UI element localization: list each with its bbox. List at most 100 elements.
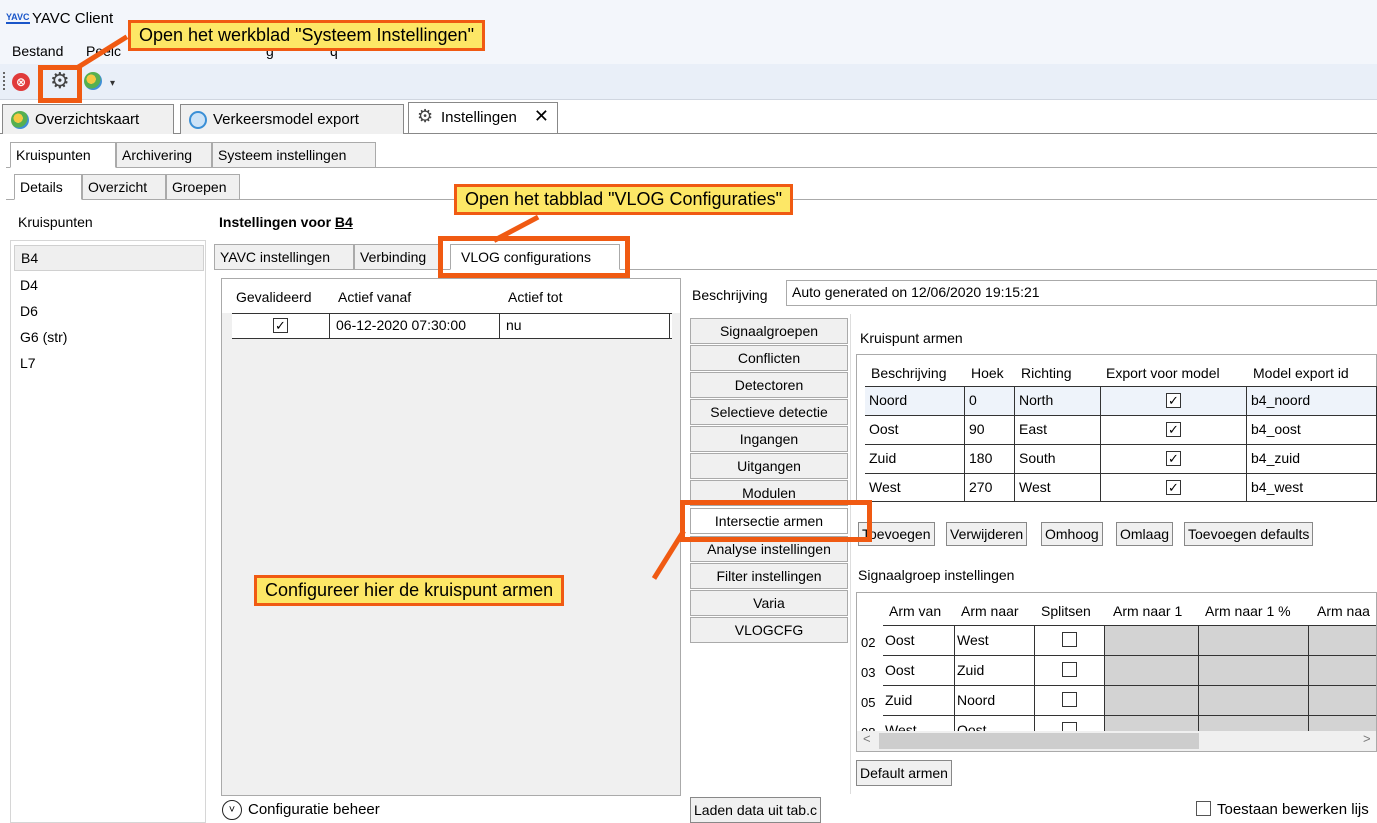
splitsen-cell[interactable] — [1035, 715, 1105, 731]
column-header[interactable]: Splitsen — [1041, 603, 1091, 619]
tab-details[interactable]: Details — [14, 174, 82, 200]
checkbox[interactable]: ✓ — [1166, 422, 1181, 437]
table-row[interactable]: 08 West Oost — [857, 715, 1376, 731]
arm-export-cell[interactable]: ✓ — [1101, 387, 1247, 415]
tab-instellingen[interactable]: ⚙ Instellingen ✕ — [408, 102, 558, 133]
checkbox[interactable] — [1062, 632, 1077, 647]
map-icon[interactable] — [84, 72, 102, 90]
arm-naar-1-cell[interactable] — [1105, 625, 1199, 655]
scroll-right-icon[interactable]: > — [1363, 731, 1371, 746]
nav-vlogcfg[interactable]: VLOGCFG — [690, 617, 848, 643]
table-row[interactable]: 02 Oost West — [857, 625, 1376, 655]
table-row[interactable]: Noord 0 North ✓ b4_noord — [865, 386, 1377, 415]
omlaag-button[interactable]: Omlaag — [1116, 522, 1174, 546]
nav-conflicten[interactable]: Conflicten — [690, 345, 848, 371]
column-header[interactable]: Beschrijving — [871, 365, 946, 381]
nav-detectoren[interactable]: Detectoren — [690, 372, 848, 398]
verwijderen-button[interactable]: Verwijderen — [946, 522, 1028, 546]
table-row[interactable]: 05 Zuid Noord — [857, 685, 1376, 715]
active-to-cell[interactable]: nu — [500, 314, 670, 338]
menu-bestand[interactable]: Bestand — [12, 43, 63, 59]
arm-richting-cell[interactable]: West — [1015, 474, 1101, 502]
table-row[interactable]: West 270 West ✓ b4_west — [865, 473, 1377, 502]
arm-naar-1-pct-cell[interactable] — [1199, 715, 1309, 731]
toestaan-bewerken-checkbox[interactable]: Toestaan bewerken lijs — [1196, 801, 1369, 818]
list-item[interactable]: D6 — [14, 299, 204, 325]
arm-name-cell[interactable]: West — [865, 474, 965, 502]
versions-grid[interactable]: Gevalideerd Actief vanaf Actief tot ✓ 06… — [221, 278, 681, 796]
arm-naar-2-cell[interactable] — [1309, 715, 1376, 731]
arm-id-cell[interactable]: b4_zuid — [1247, 445, 1377, 473]
tab-verbinding[interactable]: Verbinding — [354, 244, 440, 270]
toevoegen-defaults-button[interactable]: Toevoegen defaults — [1184, 522, 1314, 546]
arm-hoek-cell[interactable]: 90 — [965, 416, 1015, 444]
list-item[interactable]: G6 (str) — [14, 325, 204, 351]
splitsen-cell[interactable] — [1035, 685, 1105, 715]
table-row[interactable]: Oost 90 East ✓ b4_oost — [865, 415, 1377, 444]
tab-verkeersmodel-export[interactable]: Verkeersmodel export — [180, 104, 404, 134]
arm-van-cell[interactable]: West — [883, 715, 955, 731]
arm-richting-cell[interactable]: South — [1015, 445, 1101, 473]
arm-naar-2-cell[interactable] — [1309, 655, 1376, 685]
checkbox[interactable]: ✓ — [1166, 480, 1181, 495]
arm-hoek-cell[interactable]: 180 — [965, 445, 1015, 473]
list-item[interactable]: L7 — [14, 351, 204, 377]
kruispunt-armen-grid[interactable]: Beschrijving Hoek Richting Export voor m… — [856, 354, 1377, 502]
column-header[interactable]: Gevalideerd — [236, 289, 312, 305]
arm-export-cell[interactable]: ✓ — [1101, 474, 1247, 502]
column-header[interactable]: Actief tot — [508, 289, 562, 305]
arm-naar-cell[interactable]: Zuid — [955, 655, 1035, 685]
nav-filter-instellingen[interactable]: Filter instellingen — [690, 563, 848, 589]
arm-id-cell[interactable]: b4_noord — [1247, 387, 1377, 415]
tab-archivering[interactable]: Archivering — [116, 142, 212, 168]
active-from-cell[interactable]: 06-12-2020 07:30:00 — [330, 314, 500, 338]
kruispunten-list[interactable]: B4 D4 D6 G6 (str) L7 — [10, 240, 206, 823]
checkbox[interactable]: ✓ — [1166, 393, 1181, 408]
nav-ingangen[interactable]: Ingangen — [690, 426, 848, 452]
nav-selectieve-detectie[interactable]: Selectieve detectie — [690, 399, 848, 425]
arm-naar-1-pct-cell[interactable] — [1199, 625, 1309, 655]
arm-van-cell[interactable]: Oost — [883, 625, 955, 655]
column-header[interactable]: Hoek — [971, 365, 1004, 381]
tab-groepen[interactable]: Groepen — [166, 174, 240, 200]
beschrijving-input[interactable]: Auto generated on 12/06/2020 19:15:21 — [786, 280, 1377, 306]
arm-richting-cell[interactable]: East — [1015, 416, 1101, 444]
close-icon[interactable]: ✕ — [534, 106, 549, 127]
horizontal-scrollbar[interactable]: < > — [857, 731, 1376, 751]
configuratie-beheer-toggle[interactable]: ˅ Configuratie beheer — [222, 800, 380, 820]
column-header[interactable]: Richting — [1021, 365, 1072, 381]
scroll-left-icon[interactable]: < — [863, 731, 871, 746]
arm-naar-1-cell[interactable] — [1105, 655, 1199, 685]
arm-naar-cell[interactable]: Noord — [955, 685, 1035, 715]
arm-naar-cell[interactable]: West — [955, 625, 1035, 655]
column-header[interactable]: Arm naar — [961, 603, 1019, 619]
arm-naar-cell[interactable]: Oost — [955, 715, 1035, 731]
tab-systeem-instellingen[interactable]: Systeem instellingen — [212, 142, 376, 168]
default-armen-button[interactable]: Default armen — [856, 760, 952, 786]
arm-export-cell[interactable]: ✓ — [1101, 445, 1247, 473]
column-header[interactable]: Arm naar 1 — [1113, 603, 1182, 619]
arm-export-cell[interactable]: ✓ — [1101, 416, 1247, 444]
laden-data-button[interactable]: Laden data uit tab.c — [690, 797, 821, 823]
checkbox[interactable]: ✓ — [273, 318, 288, 333]
table-row[interactable]: 03 Oost Zuid — [857, 655, 1376, 685]
validated-cell[interactable]: ✓ — [232, 314, 330, 338]
arm-van-cell[interactable]: Zuid — [883, 685, 955, 715]
omhoog-button[interactable]: Omhoog — [1041, 522, 1103, 546]
nav-uitgangen[interactable]: Uitgangen — [690, 453, 848, 479]
signaalgroep-grid[interactable]: Arm van Arm naar Splitsen Arm naar 1 Arm… — [856, 592, 1377, 752]
checkbox[interactable]: ✓ — [1166, 451, 1181, 466]
arm-name-cell[interactable]: Oost — [865, 416, 965, 444]
arm-name-cell[interactable]: Noord — [865, 387, 965, 415]
arm-naar-1-cell[interactable] — [1105, 715, 1199, 731]
column-header[interactable]: Arm naar 1 % — [1205, 603, 1291, 619]
column-header[interactable]: Arm van — [889, 603, 941, 619]
table-row[interactable]: ✓ 06-12-2020 07:30:00 nu — [232, 313, 672, 339]
splitsen-cell[interactable] — [1035, 625, 1105, 655]
arm-naar-2-cell[interactable] — [1309, 625, 1376, 655]
arm-id-cell[interactable]: b4_west — [1247, 474, 1377, 502]
column-header[interactable]: Model export id — [1253, 365, 1349, 381]
checkbox[interactable] — [1062, 692, 1077, 707]
tab-overzichtskaart[interactable]: Overzichtskaart — [2, 104, 174, 134]
checkbox[interactable] — [1062, 662, 1077, 677]
